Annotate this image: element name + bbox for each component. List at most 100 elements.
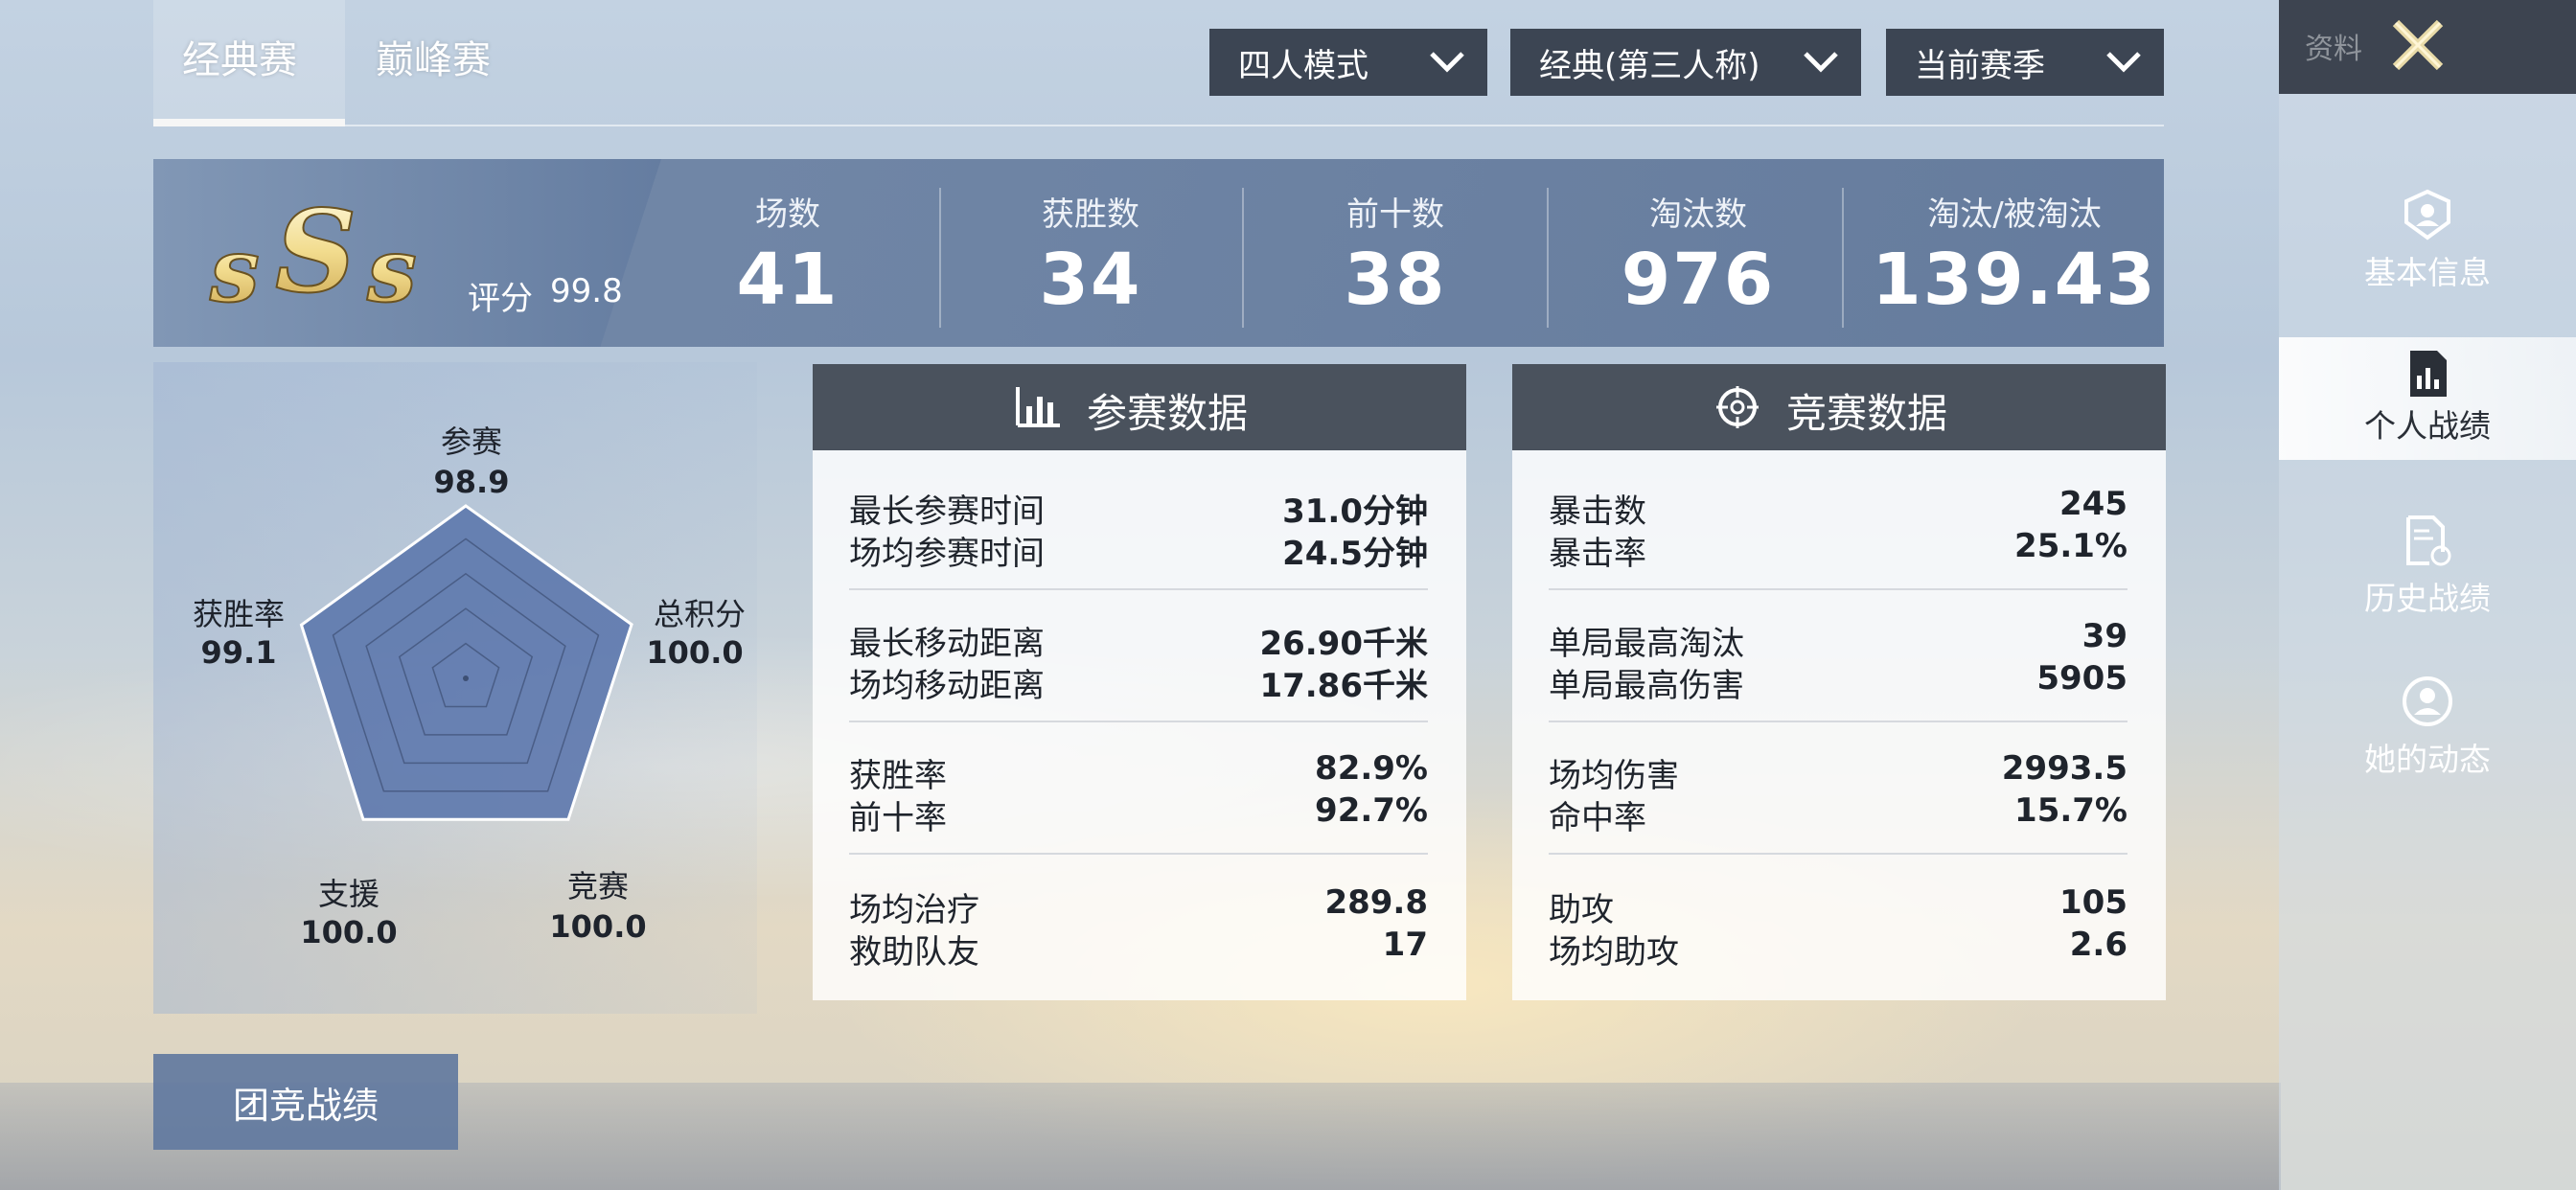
panel-title: 参赛数据	[1087, 390, 1249, 437]
stat-value: 139.43	[1872, 239, 2157, 321]
row-label: 场均移动距离	[849, 667, 1045, 705]
row-label: 场均助攻	[1549, 933, 1679, 972]
row-label: 助攻	[1549, 891, 1614, 929]
radar-center	[463, 675, 469, 681]
row-value: 15.7%	[2014, 791, 2128, 830]
group-divider	[849, 588, 1428, 590]
bar-chart-icon	[1016, 387, 1060, 427]
close-icon[interactable]	[2384, 11, 2451, 79]
data-row: 救助队友 17	[849, 926, 1428, 972]
participation-panel: 参赛数据 最长参赛时间 31.0分钟 场均参赛时间 24.5分钟 最长移动距离 26.…	[813, 364, 1466, 1000]
score-value: 99.8	[550, 272, 623, 310]
season-dropdown[interactable]: 当前赛季	[1886, 29, 2164, 96]
row-label: 最长移动距离	[849, 625, 1045, 663]
perspective-dropdown[interactable]: 经典(第三人称)	[1510, 29, 1861, 96]
data-row: 场均参赛时间 24.5分钟	[849, 527, 1428, 573]
stat-label: 淘汰数	[1649, 195, 1747, 234]
row-label: 最长参赛时间	[849, 492, 1045, 531]
side-nav-activity[interactable]: 她的动态	[2279, 665, 2576, 799]
stat-label: 场数	[755, 195, 820, 234]
row-value: 2993.5	[2001, 749, 2128, 788]
stat-label: 前十数	[1346, 195, 1444, 234]
row-value: 17	[1382, 926, 1428, 964]
row-label: 前十率	[849, 799, 947, 837]
svg-text:s: s	[209, 218, 260, 322]
stat-eliminations: 淘汰数 976	[1554, 188, 1842, 321]
stat-value: 34	[1039, 239, 1142, 321]
stat-divider	[1842, 188, 1844, 328]
team-record-button[interactable]: 团竞战绩	[153, 1054, 458, 1150]
side-panel-title: 资料	[2305, 33, 2362, 66]
row-value: 105	[2059, 883, 2128, 922]
data-row: 场均治疗 289.8	[849, 883, 1428, 929]
svg-text:S: S	[275, 188, 356, 318]
row-value: 5905	[2036, 659, 2128, 698]
data-row: 前十率 92.7%	[849, 791, 1428, 837]
row-value: 39	[2082, 617, 2128, 655]
crosshair-icon	[1716, 386, 1759, 428]
group-divider	[1549, 853, 2128, 855]
radar-value-competition: 100.0	[549, 908, 647, 945]
team-record-button-label: 团竞战绩	[232, 1084, 379, 1127]
data-row: 获胜率 82.9%	[849, 749, 1428, 795]
side-nav-history[interactable]: 历史战绩	[2279, 504, 2576, 638]
side-nav-label: 基本信息	[2364, 254, 2491, 291]
user-badge-icon	[2404, 189, 2450, 240]
side-nav-label: 个人战绩	[2364, 407, 2491, 445]
stat-divider	[1547, 188, 1549, 328]
chevron-down-icon	[1804, 52, 1838, 73]
svg-text:s: s	[366, 218, 417, 322]
row-value: 92.7%	[1315, 791, 1428, 830]
data-row: 场均移动距离 17.86千米	[849, 659, 1428, 705]
radar-value-total-score: 100.0	[646, 634, 744, 671]
row-value: 24.5分钟	[1282, 535, 1428, 573]
group-divider	[1549, 588, 2128, 590]
panel-title: 竞赛数据	[1786, 390, 1948, 437]
group-divider	[1549, 721, 2128, 722]
row-label: 场均伤害	[1549, 757, 1679, 795]
stat-matches: 场数 41	[644, 188, 932, 321]
stat-divider	[1242, 188, 1244, 328]
radar-label-participation: 参赛	[440, 423, 502, 460]
bar-chart-doc-icon	[2410, 351, 2447, 397]
stat-value: 38	[1344, 239, 1447, 321]
data-row: 场均伤害 2993.5	[1549, 749, 2128, 795]
data-row: 单局最高伤害 5905	[1549, 659, 2128, 705]
chevron-down-icon	[1430, 52, 1464, 73]
data-row: 助攻 105	[1549, 883, 2128, 929]
side-nav-basic-info[interactable]: 基本信息	[2279, 178, 2576, 312]
row-value: 25.1%	[2014, 527, 2128, 565]
radar-label-win-rate: 获胜率	[192, 596, 285, 632]
score-label: 评分	[468, 280, 533, 318]
stat-kd: 淘汰/被淘汰 139.43	[1861, 188, 2168, 321]
data-row: 命中率 15.7%	[1549, 791, 2128, 837]
mode-dropdown[interactable]: 四人模式	[1209, 29, 1487, 96]
row-value: 26.90千米	[1259, 625, 1428, 663]
season-dropdown-label: 当前赛季	[1915, 46, 2045, 85]
radar-value-win-rate: 99.1	[200, 634, 277, 671]
row-value: 31.0分钟	[1282, 492, 1428, 531]
panel-body: 最长参赛时间 31.0分钟 场均参赛时间 24.5分钟 最长移动距离 26.90千米 …	[813, 450, 1466, 1000]
radar-value-polygon	[299, 504, 633, 821]
stat-label: 获胜数	[1042, 195, 1139, 234]
side-nav-label: 历史战绩	[2364, 580, 2491, 617]
tab-peak[interactable]: 巅峰赛	[376, 29, 491, 84]
stat-value: 976	[1621, 239, 1776, 321]
data-row: 暴击率 25.1%	[1549, 527, 2128, 573]
radar-label-support: 支援	[317, 876, 380, 912]
group-divider	[849, 853, 1428, 855]
row-label: 获胜率	[849, 757, 947, 795]
data-row: 暴击数 245	[1549, 485, 2128, 531]
stat-top10: 前十数 38	[1252, 188, 1539, 321]
row-label: 单局最高淘汰	[1549, 625, 1744, 663]
data-row: 单局最高淘汰 39	[1549, 617, 2128, 663]
tab-classic[interactable]: 经典赛	[182, 29, 297, 84]
stat-value: 41	[736, 239, 840, 321]
perspective-dropdown-label: 经典(第三人称)	[1539, 46, 1760, 85]
stat-divider	[939, 188, 941, 328]
panel-body: 暴击数 245 暴击率 25.1% 单局最高淘汰 39 单局最高伤害 5905 场均伤害…	[1512, 450, 2166, 1000]
radar-value-participation: 98.9	[433, 464, 510, 500]
side-nav-personal-record[interactable]: 个人战绩	[2279, 337, 2576, 460]
radar-value-support: 100.0	[300, 914, 398, 950]
radar-label-competition: 竞赛	[566, 868, 629, 904]
